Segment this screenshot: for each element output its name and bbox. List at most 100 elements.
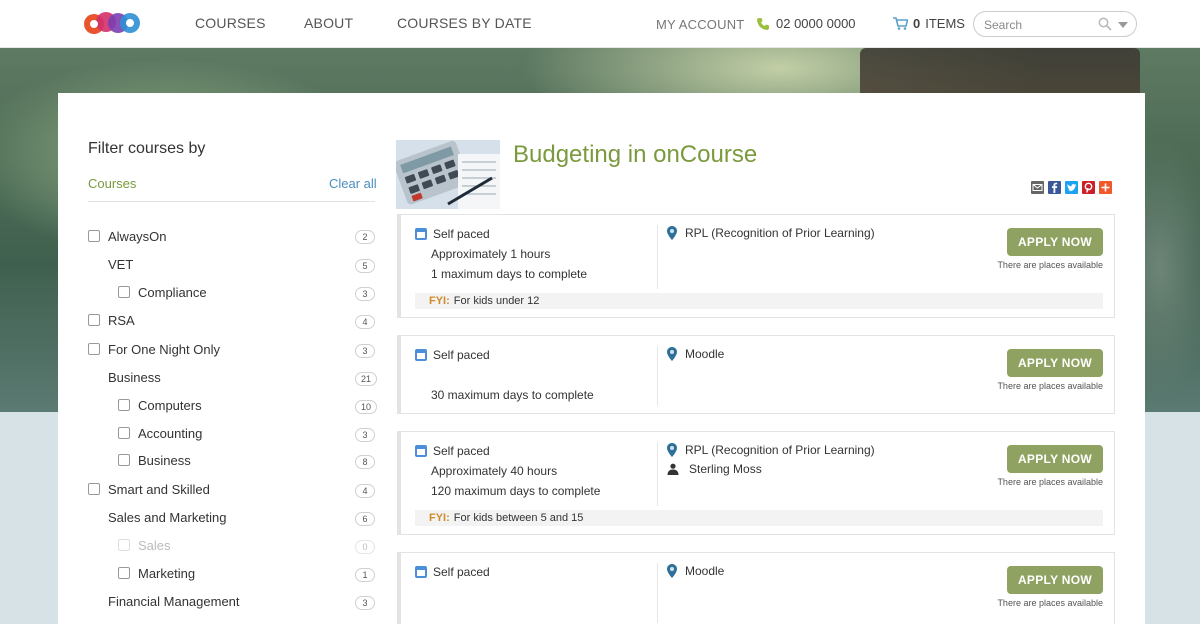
filter-item-financial-management[interactable]: Financial Management bbox=[108, 592, 240, 610]
class-days: 1 maximum days to complete bbox=[431, 267, 588, 281]
phone-icon bbox=[757, 17, 769, 30]
nav-courses[interactable]: COURSES bbox=[195, 15, 266, 31]
filter-checkbox[interactable] bbox=[88, 314, 100, 326]
filter-title: Filter courses by bbox=[88, 140, 206, 157]
apply-now-button[interactable]: APPLY NOW bbox=[1007, 349, 1103, 377]
person-icon bbox=[667, 463, 679, 475]
search-icon[interactable] bbox=[1098, 17, 1112, 31]
more-share-icon[interactable] bbox=[1099, 181, 1112, 194]
apply-now-button[interactable]: APPLY NOW bbox=[1007, 228, 1103, 256]
filter-checkbox[interactable] bbox=[88, 343, 100, 355]
search-dropdown-icon[interactable] bbox=[1118, 22, 1128, 28]
filter-item-business[interactable]: Business bbox=[118, 451, 191, 469]
calendar-icon bbox=[415, 228, 427, 240]
filter-item-label: VET bbox=[108, 256, 134, 272]
filter-count: 3 bbox=[355, 428, 375, 442]
twitter-icon[interactable] bbox=[1065, 181, 1078, 194]
filter-checkbox[interactable] bbox=[118, 286, 130, 298]
class-days: 120 maximum days to complete bbox=[431, 484, 601, 498]
calendar-icon bbox=[415, 445, 427, 457]
class-tutor-text: Sterling Moss bbox=[689, 462, 762, 476]
filter-item-sales: Sales bbox=[118, 536, 171, 554]
location-pin-icon bbox=[667, 347, 677, 361]
nav-about[interactable]: ABOUT bbox=[304, 15, 353, 31]
filter-item-alwayson[interactable]: AlwaysOn bbox=[88, 227, 167, 245]
class-row: Self paced Approximately 1 hours 1 maxim… bbox=[397, 214, 1115, 318]
calendar-icon bbox=[415, 349, 427, 361]
fyi-note: FYI: For kids between 5 and 15 bbox=[415, 510, 1103, 526]
filter-item-label: Marketing bbox=[138, 565, 196, 581]
class-mode: Self paced bbox=[415, 348, 490, 362]
filter-item-smart-and-skilled[interactable]: Smart and Skilled bbox=[88, 480, 210, 498]
filter-item-label: For One Night Only bbox=[108, 341, 220, 357]
filter-count: 4 bbox=[355, 484, 375, 498]
column-divider bbox=[657, 442, 658, 506]
filter-count: 21 bbox=[355, 372, 378, 386]
filter-checkbox[interactable] bbox=[118, 399, 130, 411]
pinterest-icon[interactable] bbox=[1082, 181, 1095, 194]
class-mode-text: Self paced bbox=[433, 565, 490, 579]
filter-item-label: Business bbox=[108, 369, 161, 385]
filter-item-label: RSA bbox=[108, 312, 135, 328]
email-icon[interactable] bbox=[1031, 181, 1044, 194]
filter-item-compliance[interactable]: Compliance bbox=[118, 283, 207, 301]
cart-link[interactable]: 0 ITEMS bbox=[893, 16, 965, 31]
filter-item-computers[interactable]: Computers bbox=[118, 396, 202, 414]
fyi-text: For kids under 12 bbox=[453, 295, 540, 307]
class-location[interactable]: RPL (Recognition of Prior Learning) bbox=[667, 226, 875, 240]
class-location-text: RPL (Recognition of Prior Learning) bbox=[685, 226, 875, 240]
my-account-link[interactable]: MY ACCOUNT bbox=[656, 17, 744, 32]
class-location[interactable]: RPL (Recognition of Prior Learning) bbox=[667, 443, 875, 457]
filter-checkbox[interactable] bbox=[88, 230, 100, 242]
clear-all-link[interactable]: Clear all bbox=[329, 176, 377, 191]
filter-item-rsa[interactable]: RSA bbox=[88, 311, 135, 329]
filter-item-vet[interactable]: VET bbox=[108, 255, 133, 273]
filter-item-marketing[interactable]: Marketing bbox=[118, 564, 195, 582]
filter-item-business-group[interactable]: Business bbox=[108, 368, 161, 386]
apply-now-button[interactable]: APPLY NOW bbox=[1007, 566, 1103, 594]
filter-checkbox[interactable] bbox=[118, 427, 130, 439]
class-tutor[interactable]: Sterling Moss bbox=[667, 462, 762, 476]
class-mode-text: Self paced bbox=[433, 348, 490, 362]
filter-checkbox[interactable] bbox=[118, 454, 130, 466]
site-logo[interactable] bbox=[82, 8, 144, 38]
apply-now-button[interactable]: APPLY NOW bbox=[1007, 445, 1103, 473]
facebook-icon[interactable] bbox=[1048, 181, 1061, 194]
calendar-icon bbox=[415, 566, 427, 578]
class-location[interactable]: Moodle bbox=[667, 347, 724, 361]
nav-courses-by-date[interactable]: COURSES BY DATE bbox=[397, 15, 532, 31]
class-duration: Approximately 40 hours bbox=[431, 464, 558, 478]
search-input[interactable] bbox=[984, 16, 1094, 34]
site-header: COURSES ABOUT COURSES BY DATE MY ACCOUNT… bbox=[0, 0, 1200, 48]
filter-item-sales-and-marketing[interactable]: Sales and Marketing bbox=[108, 508, 227, 526]
filter-count: 4 bbox=[355, 315, 375, 329]
availability-text: There are places available bbox=[997, 477, 1103, 487]
filter-item-label: Computers bbox=[138, 397, 202, 413]
availability-text: There are places available bbox=[997, 260, 1103, 270]
class-mode: Self paced bbox=[415, 444, 490, 458]
fyi-label: FYI: bbox=[429, 512, 450, 524]
course-thumbnail bbox=[396, 140, 500, 209]
location-pin-icon bbox=[667, 443, 677, 457]
availability-text: There are places available bbox=[997, 598, 1103, 608]
filter-count: 3 bbox=[355, 344, 375, 358]
class-mode-text: Self paced bbox=[433, 227, 490, 241]
class-mode-text: Self paced bbox=[433, 444, 490, 458]
class-location[interactable]: Moodle bbox=[667, 564, 724, 578]
filter-checkbox[interactable] bbox=[88, 483, 100, 495]
filter-count: 2 bbox=[355, 230, 375, 244]
phone-link[interactable]: 02 0000 0000 bbox=[756, 16, 856, 31]
filter-item-label: Smart and Skilled bbox=[108, 481, 210, 497]
filter-item-accounting[interactable]: Accounting bbox=[118, 424, 202, 442]
filter-count: 6 bbox=[355, 512, 375, 526]
filter-count: 1 bbox=[355, 568, 375, 582]
filter-checkbox[interactable] bbox=[118, 567, 130, 579]
filter-count: 10 bbox=[355, 400, 378, 414]
filter-item-label: Sales and Marketing bbox=[108, 509, 227, 525]
filter-item-for-one-night-only[interactable]: For One Night Only bbox=[88, 340, 220, 358]
class-mode: Self paced bbox=[415, 227, 490, 241]
column-divider bbox=[657, 225, 658, 289]
location-pin-icon bbox=[667, 226, 677, 240]
column-divider bbox=[657, 563, 658, 623]
filter-count: 8 bbox=[355, 455, 375, 469]
